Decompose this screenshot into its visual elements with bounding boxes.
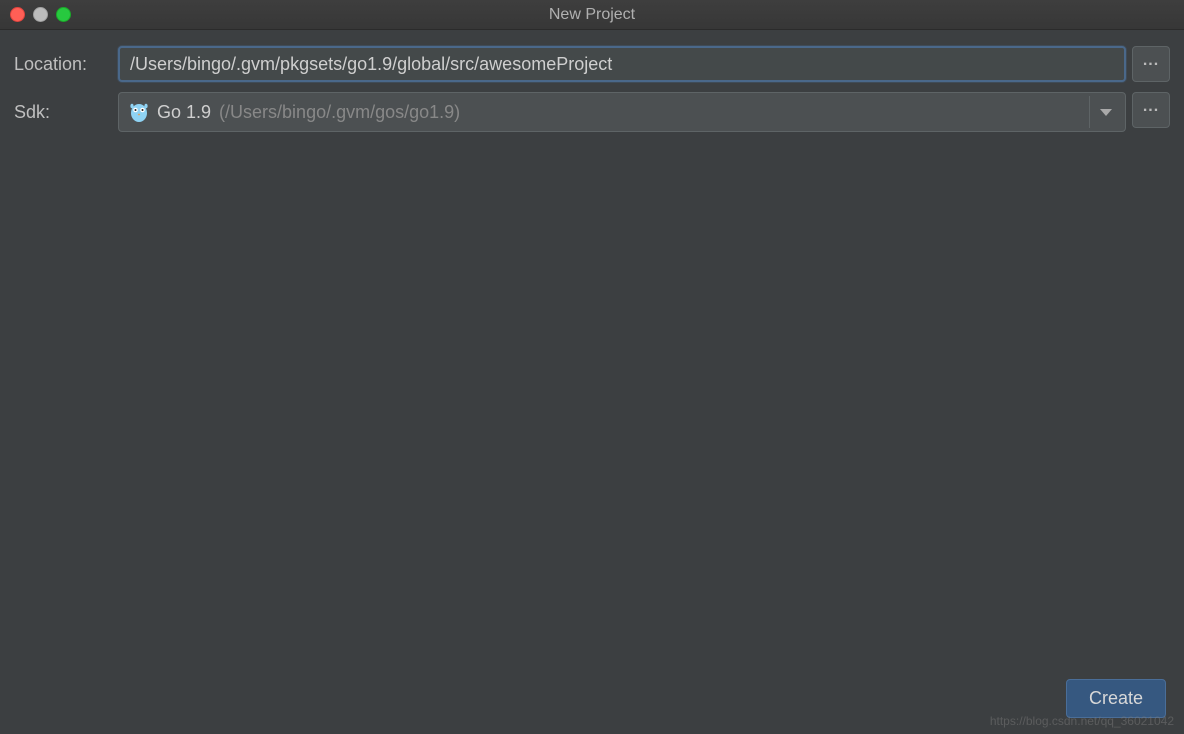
maximize-window-button[interactable] [56, 7, 71, 22]
sdk-selected: Go 1.9 (/Users/bingo/.gvm/gos/go1.9) [129, 101, 1081, 123]
sdk-dropdown[interactable]: Go 1.9 (/Users/bingo/.gvm/gos/go1.9) [118, 92, 1126, 132]
sdk-dropdown-toggle[interactable] [1089, 96, 1121, 128]
create-button[interactable]: Create [1066, 679, 1166, 718]
sdk-name: Go 1.9 [157, 102, 211, 123]
location-browse-button[interactable]: ... [1132, 46, 1170, 82]
dialog-content: Location: ... Sdk: [0, 30, 1184, 148]
sdk-browse-button[interactable]: ... [1132, 92, 1170, 128]
sdk-field-wrap: Go 1.9 (/Users/bingo/.gvm/gos/go1.9) ... [118, 92, 1170, 132]
window-titlebar: New Project [0, 0, 1184, 30]
location-field-wrap: ... [118, 46, 1170, 82]
chevron-down-icon [1100, 109, 1112, 116]
sdk-path: (/Users/bingo/.gvm/gos/go1.9) [219, 102, 460, 123]
location-input[interactable] [118, 46, 1126, 82]
dialog-footer: Create [1066, 679, 1166, 718]
gopher-icon [129, 101, 149, 123]
minimize-window-button[interactable] [33, 7, 48, 22]
window-controls [10, 7, 71, 22]
sdk-row: Sdk: [14, 92, 1170, 132]
sdk-label: Sdk: [14, 102, 106, 123]
location-row: Location: ... [14, 46, 1170, 82]
location-label: Location: [14, 54, 106, 75]
close-window-button[interactable] [10, 7, 25, 22]
window-title: New Project [549, 6, 635, 24]
